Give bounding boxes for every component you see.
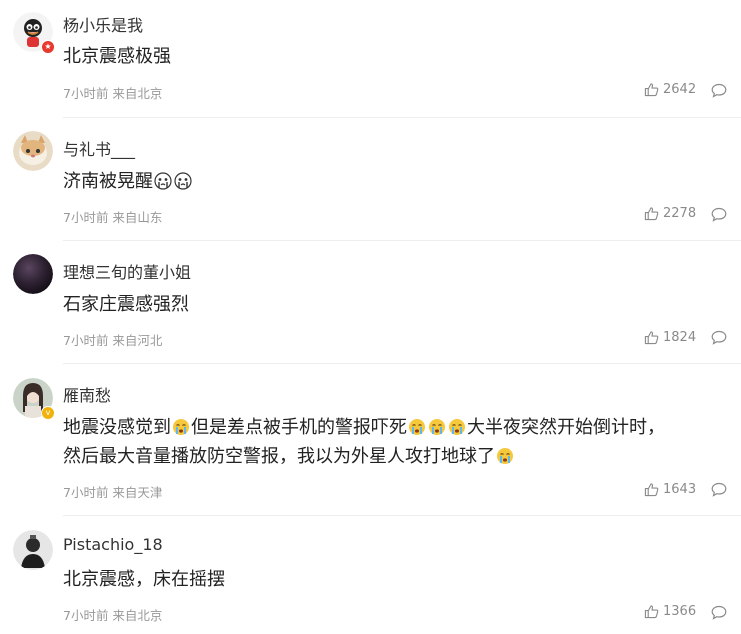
username[interactable]: 雁南愁: [63, 382, 111, 406]
comment-text: 济南被晃醒: [63, 167, 733, 196]
divider: [63, 515, 741, 516]
like-button[interactable]: 2278: [644, 206, 696, 221]
comment-text: 石家庄震感强烈: [63, 294, 189, 315]
comment-bubble-icon: [711, 482, 727, 497]
comment-meta: 7小时前 来自山东: [63, 210, 163, 225]
avatar[interactable]: v: [13, 378, 55, 420]
like-button[interactable]: 1824: [644, 330, 696, 345]
avatar-image: [13, 131, 53, 171]
comment-text: 北京震感，床在摇摆: [63, 569, 225, 590]
reply-button[interactable]: [711, 207, 727, 226]
reply-button[interactable]: [711, 482, 727, 501]
verified-badge-icon: ★: [41, 40, 55, 54]
comment-meta: 7小时前 来自天津: [63, 485, 163, 500]
thumbs-up-icon: [644, 483, 659, 497]
username[interactable]: 与礼书___: [63, 136, 135, 160]
comment-meta: 7小时前 来自河北: [63, 333, 163, 348]
avatar[interactable]: [13, 131, 53, 171]
comment-text: 北京震感极强: [63, 46, 171, 67]
comment-bubble-icon: [711, 207, 727, 222]
verified-badge-icon: v: [41, 406, 55, 420]
thumbs-up-icon: [644, 83, 659, 97]
comment-bubble-icon: [711, 330, 727, 345]
like-count: 1366: [663, 604, 697, 619]
comment-bubble-icon: [711, 605, 727, 620]
like-count: 1824: [663, 330, 697, 345]
comment-text-body: 济南被晃醒: [63, 171, 153, 192]
crying-face-emoji-icon: [429, 419, 445, 435]
comment-text-segment: 然后最大音量播放防空警报，我以为外星人攻打地球了: [63, 446, 495, 467]
like-button[interactable]: 2642: [644, 82, 696, 97]
divider: [63, 117, 741, 118]
like-button[interactable]: 1366: [644, 604, 696, 619]
crying-face-emoji-icon: [154, 172, 172, 190]
avatar[interactable]: [13, 254, 53, 294]
avatar[interactable]: [13, 530, 53, 570]
comment-text-segment: 但是差点被手机的警报吓死: [191, 417, 407, 438]
comment-text-line: 然后最大音量播放防空警报，我以为外星人攻打地球了: [63, 442, 733, 471]
comment-meta: 7小时前 来自北京: [63, 86, 163, 101]
comment-bubble-icon: [711, 83, 727, 98]
divider: [63, 363, 741, 364]
reply-button[interactable]: [711, 605, 727, 624]
like-count: 2278: [663, 206, 697, 221]
crying-face-emoji-icon: [497, 448, 513, 464]
avatar-image: [13, 530, 53, 570]
comment-text: 地震没感觉到 但是差点被手机的警报吓死 大半夜突然开始倒计时， 然后最大音量播放防空…: [63, 413, 733, 471]
crying-face-emoji-icon: [409, 419, 425, 435]
thumbs-up-icon: [644, 331, 659, 345]
crying-face-emoji-icon: [174, 172, 192, 190]
comment-text-segment: 地震没感觉到: [63, 417, 171, 438]
divider: [63, 240, 741, 241]
comment-text-segment: 大半夜突然开始倒计时，: [467, 417, 665, 438]
username[interactable]: 杨小乐是我: [63, 12, 143, 36]
crying-face-emoji-icon: [449, 419, 465, 435]
thumbs-up-icon: [644, 605, 659, 619]
username[interactable]: 理想三旬的董小姐: [63, 259, 191, 283]
avatar-image: [13, 254, 53, 294]
like-button[interactable]: 1643: [644, 482, 696, 497]
like-count: 1643: [663, 482, 697, 497]
thumbs-up-icon: [644, 207, 659, 221]
like-count: 2642: [663, 82, 697, 97]
username[interactable]: Pistachio_18: [63, 535, 163, 554]
reply-button[interactable]: [711, 330, 727, 349]
crying-face-emoji-icon: [173, 419, 189, 435]
comment-meta: 7小时前 来自北京: [63, 608, 163, 623]
reply-button[interactable]: [711, 83, 727, 102]
comment-text-line: 地震没感觉到 但是差点被手机的警报吓死 大半夜突然开始倒计时，: [63, 413, 733, 442]
avatar[interactable]: ★: [13, 12, 55, 54]
